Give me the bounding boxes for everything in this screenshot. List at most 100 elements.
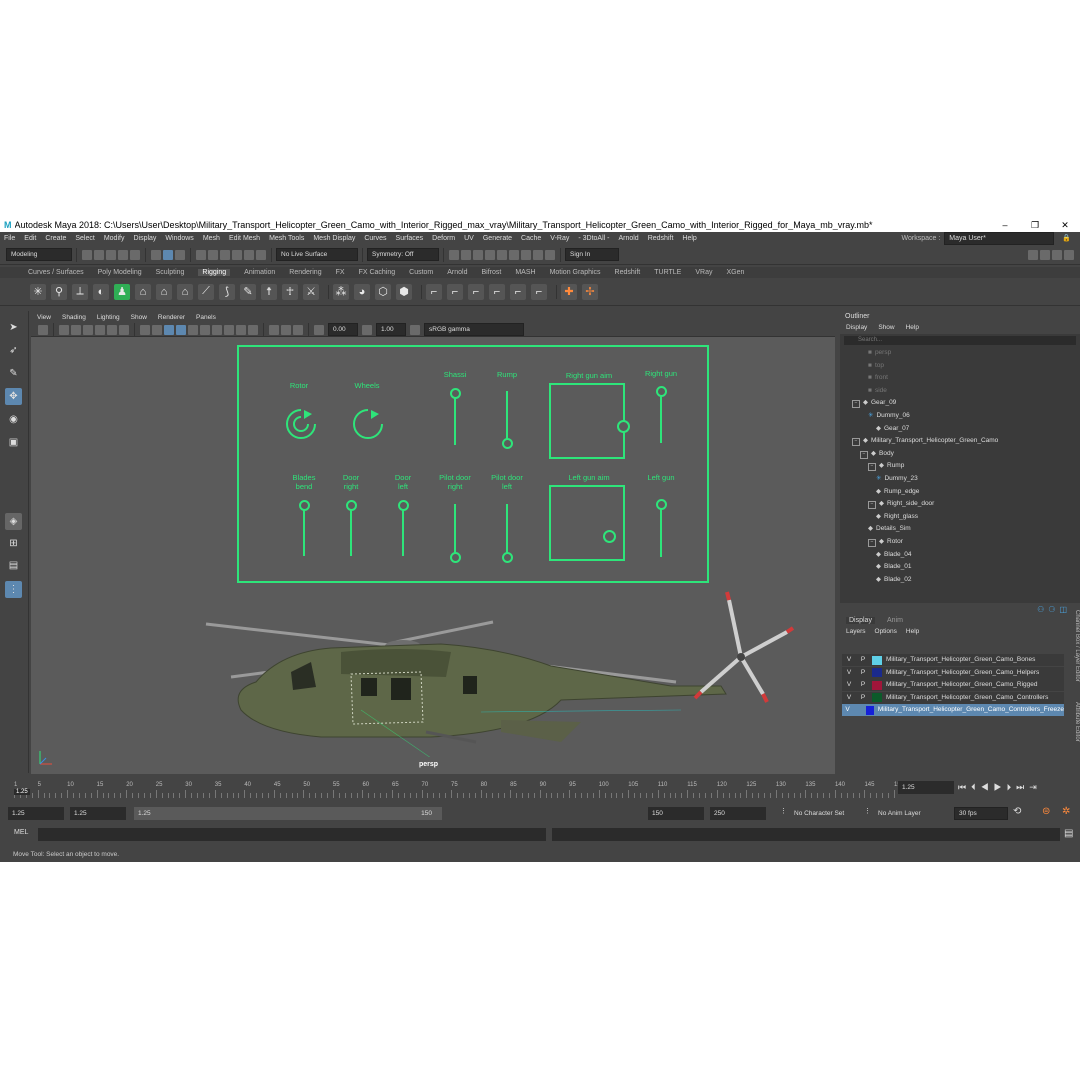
- layer-visibility-toggle[interactable]: V: [842, 654, 856, 666]
- view-transform-dropdown[interactable]: sRGB gamma: [424, 323, 524, 336]
- blades-bend-handle[interactable]: [299, 500, 310, 511]
- expand-toggle-icon[interactable]: −: [868, 501, 876, 510]
- expand-toggle-icon[interactable]: −: [852, 400, 860, 409]
- anim-layer-dropdown[interactable]: No Anim Layer: [878, 810, 921, 817]
- scale-tool-icon[interactable]: ▣: [5, 434, 22, 451]
- bookmark-icon[interactable]: [71, 324, 81, 335]
- layer-tab-anim[interactable]: Anim: [887, 617, 903, 624]
- layer-menu-help[interactable]: Help: [906, 628, 919, 635]
- menu-windows[interactable]: Windows: [165, 235, 193, 242]
- exposure-icon[interactable]: [314, 324, 324, 335]
- menu-edit[interactable]: Edit: [24, 235, 36, 242]
- xray-icon[interactable]: [281, 324, 291, 335]
- bend-icon[interactable]: ⟋: [198, 283, 214, 300]
- gamma-icon[interactable]: [362, 324, 372, 335]
- outliner-item[interactable]: ✳ Dummy_23: [876, 473, 918, 484]
- layer-menu-options[interactable]: Options: [875, 628, 897, 635]
- select-object-icon[interactable]: [163, 249, 173, 260]
- exposure-field[interactable]: 0.00: [328, 323, 358, 336]
- outliner-menu-display[interactable]: Display: [846, 324, 867, 331]
- use-all-lights-icon[interactable]: [188, 324, 198, 335]
- ik-spline-icon[interactable]: ◐: [93, 283, 109, 300]
- pole-vector-icon[interactable]: ⌐: [510, 283, 526, 300]
- hypershade-icon[interactable]: [485, 249, 495, 260]
- left-gun-handle[interactable]: [656, 499, 667, 510]
- menu-uv[interactable]: UV: [464, 235, 474, 242]
- shelf-tab-bifrost[interactable]: Bifrost: [482, 269, 502, 276]
- menu-mesh-display[interactable]: Mesh Display: [313, 235, 355, 242]
- paint-select-icon[interactable]: ✎: [5, 365, 22, 382]
- close-button[interactable]: ✕: [1050, 220, 1080, 231]
- redo-icon[interactable]: [130, 249, 140, 260]
- isolate-select-icon[interactable]: [269, 324, 279, 335]
- loop-icon[interactable]: ⟲: [1013, 806, 1021, 817]
- menu-mesh[interactable]: Mesh: [203, 235, 220, 242]
- snap-view-icon[interactable]: [232, 249, 242, 260]
- helicopter-model[interactable]: [201, 582, 801, 757]
- outliner-item[interactable]: ◆ Blade_02: [876, 574, 911, 585]
- autokey-icon[interactable]: ⊜: [1042, 806, 1050, 817]
- vray-ipr-icon[interactable]: [509, 249, 519, 260]
- motion-blur-icon[interactable]: [224, 324, 234, 335]
- persp-outliner-icon[interactable]: ▤: [5, 557, 22, 574]
- panel-menu-lighting[interactable]: Lighting: [97, 314, 120, 321]
- move-tool-icon[interactable]: ✥: [5, 388, 22, 405]
- outliner-item[interactable]: − ◆ Military_Transport_Helicopter_Green_Ca…: [852, 435, 998, 447]
- shelf-tab-animation[interactable]: Animation: [244, 269, 275, 276]
- layer-tab-display[interactable]: Display: [846, 617, 875, 624]
- shelf-tab-turtle[interactable]: TURTLE: [654, 269, 681, 276]
- insert-joint-icon[interactable]: ⚲: [51, 283, 67, 300]
- orient-constraint-icon[interactable]: ⌐: [489, 283, 505, 300]
- maximize-button[interactable]: ❐: [1020, 220, 1050, 231]
- right-gun-handle[interactable]: [656, 386, 667, 397]
- layer-color-swatch[interactable]: [872, 693, 882, 703]
- textured-icon[interactable]: [176, 324, 186, 335]
- shelf-tab-poly-modeling[interactable]: Poly Modeling: [98, 269, 142, 276]
- rump-slider[interactable]: [506, 391, 508, 443]
- shelf-tab-fx[interactable]: FX: [336, 269, 345, 276]
- layer-color-swatch[interactable]: [872, 680, 882, 690]
- left-gun-aim-box[interactable]: [549, 485, 625, 561]
- bind-skin-icon[interactable]: ⚔: [303, 283, 319, 300]
- menu-select[interactable]: Select: [75, 235, 94, 242]
- menu-cache[interactable]: Cache: [521, 235, 541, 242]
- anim-start-field[interactable]: 1.25: [8, 807, 64, 820]
- outliner-item[interactable]: ◆ Rump_edge: [876, 486, 919, 497]
- channel-box-icon[interactable]: [1064, 249, 1074, 260]
- left-gun-aim-handle[interactable]: [603, 530, 616, 543]
- workspace-dropdown[interactable]: Maya User*: [944, 231, 1055, 245]
- outliner-item[interactable]: ■ top: [868, 360, 884, 371]
- parent-constraint-icon[interactable]: ⌐: [531, 283, 547, 300]
- shelf-tab-mash[interactable]: MASH: [515, 269, 535, 276]
- anim-prefs-icon[interactable]: ✲: [1062, 806, 1070, 817]
- layer-visibility-toggle[interactable]: V: [842, 667, 856, 679]
- ambient-occlusion-icon[interactable]: [212, 324, 222, 335]
- render-settings-icon[interactable]: [473, 249, 483, 260]
- lattice-icon[interactable]: ⌂: [156, 283, 172, 300]
- outliner-item[interactable]: ■ persp: [868, 347, 891, 358]
- menu-surfaces[interactable]: Surfaces: [396, 235, 424, 242]
- tool-settings-icon[interactable]: [1052, 249, 1062, 260]
- single-perspective-icon[interactable]: ◈: [5, 513, 22, 530]
- symmetry-dropdown[interactable]: Symmetry: Off: [367, 248, 439, 261]
- hair-icon[interactable]: ✎: [240, 283, 256, 300]
- outliner-item[interactable]: ■ side: [868, 385, 887, 396]
- expand-toggle-icon[interactable]: −: [852, 438, 860, 447]
- render-frame-icon[interactable]: [449, 249, 459, 260]
- camera-attributes-icon[interactable]: [59, 324, 69, 335]
- four-view-icon[interactable]: ⊞: [5, 535, 22, 552]
- gamma-field[interactable]: 1.00: [376, 323, 406, 336]
- select-tool-icon[interactable]: ➤: [5, 319, 22, 336]
- menu-generate[interactable]: Generate: [483, 235, 512, 242]
- attribute-editor-icon[interactable]: [1040, 249, 1050, 260]
- shelf-tab-curves-surfaces[interactable]: Curves / Surfaces: [28, 269, 84, 276]
- right-gun-slider[interactable]: [660, 391, 662, 443]
- door-right-handle[interactable]: [346, 500, 357, 511]
- image-plane-icon[interactable]: [83, 324, 93, 335]
- outliner-item[interactable]: ◆ Gear_07: [876, 423, 909, 434]
- time-slider[interactable]: 1 5 10 15 20 25 30 35 40 45 50 55 60 65 70 75 80 85 90 95 10…: [0, 774, 1080, 801]
- menu-edit-mesh[interactable]: Edit Mesh: [229, 235, 260, 242]
- outliner-item[interactable]: − ◆ Rotor: [868, 536, 903, 547]
- command-language-label[interactable]: MEL: [14, 829, 28, 836]
- outliner-menu-show[interactable]: Show: [878, 324, 894, 331]
